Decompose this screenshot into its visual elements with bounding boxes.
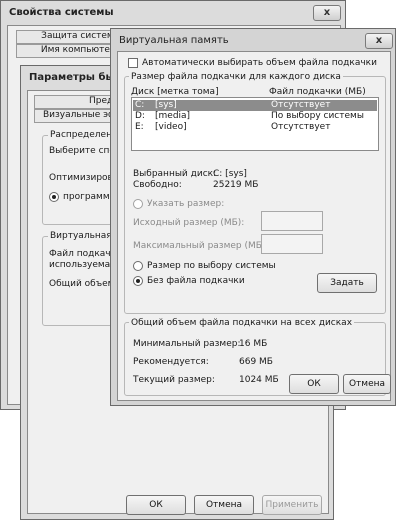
no-paging-file-label: Без файла подкачки (147, 276, 245, 286)
vm-ok-button[interactable]: ОК (289, 374, 339, 394)
initial-size-label: Исходный размер (МБ): (133, 218, 245, 228)
programs-radio[interactable] (49, 192, 59, 202)
custom-size-radio[interactable] (133, 199, 143, 209)
min-size-value: 16 МБ (239, 339, 268, 349)
system-managed-radio[interactable] (133, 261, 143, 271)
current-size-label: Текущий размер: (133, 375, 215, 385)
tab-system-protection-label: Защита системы (41, 31, 121, 41)
selected-disk-value: C: [sys] (213, 169, 247, 179)
drive-list[interactable]: C: [sys] Отсутствует D: [media] По выбор… (131, 97, 379, 151)
recommended-value: 669 МБ (239, 357, 273, 367)
perf-cancel-button[interactable]: Отмена (194, 495, 254, 515)
min-size-label: Минимальный размер: (133, 339, 241, 349)
auto-manage-checkbox[interactable] (128, 58, 138, 68)
col-size-header: Файл подкачки (МБ) (269, 87, 366, 97)
free-space-label: Свободно: (133, 180, 182, 190)
drive-c-label: [sys] (155, 100, 177, 110)
programs-radio-label: программ (63, 192, 110, 202)
drive-c-status: Отсутствует (271, 100, 331, 110)
drive-row-e[interactable]: E: [video] Отсутствует (133, 122, 377, 133)
drive-e-status: Отсутствует (271, 122, 331, 132)
virtual-memory-window-title: Виртуальная память (119, 35, 229, 46)
drive-row-c[interactable]: C: [sys] Отсутствует (133, 100, 377, 111)
custom-size-label: Указать размер: (147, 199, 225, 209)
no-paging-file-radio[interactable] (133, 276, 143, 286)
initial-size-input[interactable] (261, 211, 323, 231)
max-size-label: Максимальный размер (МБ): (133, 241, 269, 251)
drive-e-label: [video] (155, 122, 187, 132)
drive-row-d[interactable]: D: [media] По выбору системы (133, 111, 377, 122)
drive-d-letter: D: (135, 111, 145, 121)
drive-c-letter: C: (135, 100, 145, 110)
recommended-label: Рекомендуется: (133, 357, 209, 367)
drive-d-status: По выбору системы (271, 111, 364, 121)
free-space-value: 25219 МБ (213, 180, 259, 190)
paging-size-title: Размер файла подкачки для каждого диска (129, 72, 343, 82)
system-managed-label: Размер по выбору системы (147, 261, 276, 271)
virtual-memory-window: Виртуальная память x Автоматически выбир… (110, 28, 396, 406)
drive-e-letter: E: (135, 122, 144, 132)
virtual-memory-titlebar[interactable]: Виртуальная память x (111, 29, 395, 53)
perf-apply-button[interactable]: Применить (262, 495, 322, 515)
vm-cancel-button[interactable]: Отмена (343, 374, 391, 394)
drive-d-label: [media] (155, 111, 191, 121)
close-icon[interactable]: x (365, 33, 393, 49)
col-disk-header: Диск [метка тома] (131, 87, 219, 97)
auto-manage-label: Автоматически выбирать объем файла подка… (142, 58, 377, 68)
virtual-memory-client: Автоматически выбирать объем файла подка… (117, 51, 391, 401)
set-button[interactable]: Задать (317, 273, 377, 293)
max-size-input[interactable] (261, 234, 323, 254)
system-properties-close-button[interactable]: x (313, 5, 341, 21)
selected-disk-label: Выбранный диск: (133, 169, 217, 179)
paging-size-group: Размер файла подкачки для каждого диска … (124, 72, 386, 314)
current-size-value: 1024 МБ (239, 375, 279, 385)
total-paging-title: Общий объем файла подкачки на всех диска… (129, 318, 355, 328)
system-properties-title: Свойства системы (9, 7, 114, 18)
system-properties-titlebar[interactable]: Свойства системы x (1, 1, 345, 25)
perf-ok-button[interactable]: ОК (126, 495, 186, 515)
